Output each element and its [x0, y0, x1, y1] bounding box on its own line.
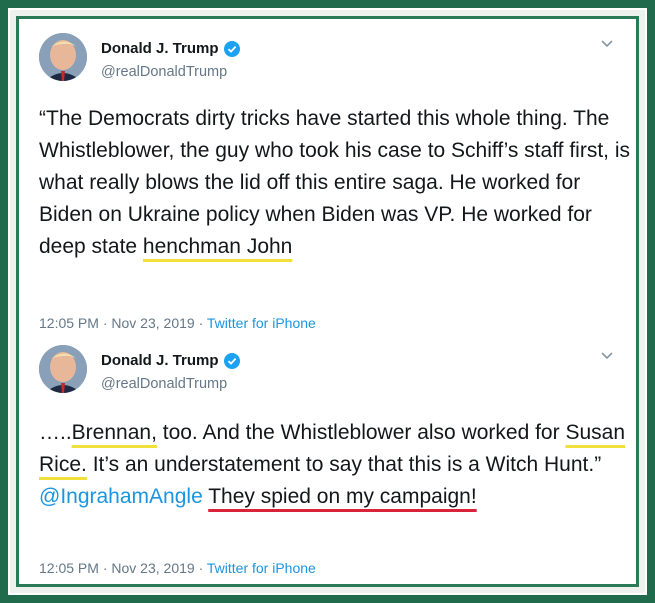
- tweet-date[interactable]: Nov 23, 2019: [111, 315, 194, 331]
- avatar[interactable]: [39, 345, 87, 393]
- tweet-text: …..Brennan, too. And the Whistleblower a…: [39, 417, 639, 513]
- verified-badge-icon: [223, 40, 240, 57]
- author-name[interactable]: Donald J. Trump: [101, 40, 219, 57]
- tweet-card: Donald J. Trump @realDonaldTrump “The De…: [16, 16, 639, 587]
- author-name-row: Donald J. Trump: [101, 40, 240, 57]
- author-handle[interactable]: @realDonaldTrump: [101, 376, 227, 392]
- avatar[interactable]: [39, 33, 87, 81]
- tweet-source[interactable]: Twitter for iPhone: [207, 315, 316, 331]
- tweet-date[interactable]: Nov 23, 2019: [111, 560, 194, 576]
- verified-badge-icon: [223, 352, 240, 369]
- chevron-down-icon[interactable]: [600, 351, 614, 361]
- tweet-text-mid1: too. And the Whistleblower also worked f…: [156, 421, 566, 444]
- tweet-text-lead: …..: [39, 421, 72, 444]
- tweet-meta: 12:05 PM · Nov 23, 2019 · Twitter for iP…: [39, 560, 316, 576]
- mention-link[interactable]: @IngrahamAngle: [39, 485, 203, 508]
- tweet-text-main: “The Democrats dirty tricks have started…: [39, 107, 630, 258]
- tweet-meta: 12:05 PM · Nov 23, 2019 · Twitter for iP…: [39, 315, 316, 331]
- tweet-text-mid2: It’s an understatement to say that this …: [86, 453, 602, 476]
- tweet-time[interactable]: 12:05 PM: [39, 560, 99, 576]
- chevron-down-icon[interactable]: [600, 39, 614, 49]
- tweet-source[interactable]: Twitter for iPhone: [207, 560, 316, 576]
- tweet-time[interactable]: 12:05 PM: [39, 315, 99, 331]
- author-name[interactable]: Donald J. Trump: [101, 352, 219, 369]
- author-handle[interactable]: @realDonaldTrump: [101, 64, 227, 80]
- tweet-text-highlight: henchman John: [142, 235, 293, 258]
- decorative-frame: Donald J. Trump @realDonaldTrump “The De…: [0, 0, 655, 603]
- author-name-row: Donald J. Trump: [101, 352, 240, 369]
- frame-inner: Donald J. Trump @realDonaldTrump “The De…: [8, 8, 647, 595]
- tweet-text: “The Democrats dirty tricks have started…: [39, 103, 639, 263]
- highlight-brennan: Brennan,: [71, 421, 157, 444]
- highlight-spied-campaign: They spied on my campaign!: [208, 485, 477, 508]
